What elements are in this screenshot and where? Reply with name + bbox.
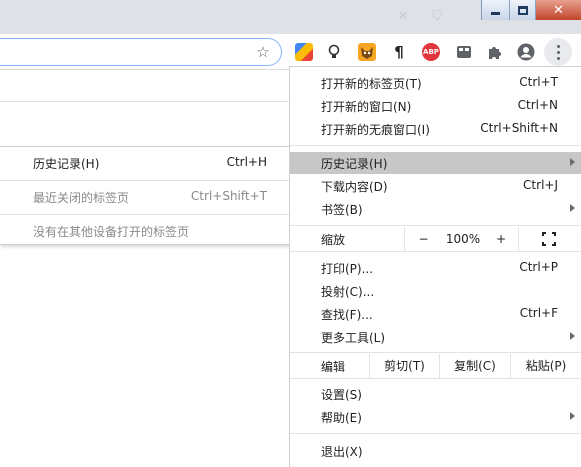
menu-item-label: 历史记录(H) (321, 157, 388, 171)
submenu-item-recently-closed: 最近关闭的标签页 Ctrl+Shift+T (0, 184, 291, 210)
title-bar: ✕ ⛉ ✕ (0, 0, 581, 34)
menu-item-cast[interactable]: 投射(C)... (290, 280, 581, 302)
menu-item-shortcut: Ctrl+N (517, 98, 558, 112)
chrome-main-menu: 打开新的标签页(T) Ctrl+T 打开新的窗口(N) Ctrl+N 打开新的无… (289, 66, 581, 467)
menu-item-label: 打开新的窗口(N) (321, 100, 412, 114)
menu-item-label: 设置(S) (321, 388, 362, 402)
pilcrow-extension-icon[interactable]: ¶ (390, 43, 408, 61)
window-controls: ✕ (481, 0, 581, 20)
puzzle-extensions-icon[interactable] (486, 43, 504, 61)
paste-button[interactable]: 粘贴(P) (510, 354, 581, 378)
zoom-label: 缩放 (321, 233, 346, 247)
history-submenu: 历史记录(H) Ctrl+H 最近关闭的标签页 Ctrl+Shift+T 没有在… (0, 146, 292, 245)
zoom-row: 缩放 − 100% + (290, 227, 581, 251)
menu-item-label: 更多工具(L) (321, 331, 386, 345)
menu-item-shortcut: Ctrl+F (519, 306, 558, 320)
zoom-level-value: 100% (445, 232, 481, 246)
menu-divider (290, 433, 581, 434)
submenu-item-shortcut: Ctrl+Shift+T (190, 189, 267, 203)
menu-item-label: 书签(B) (321, 203, 363, 217)
menu-item-label: 投射(C)... (321, 285, 375, 299)
menu-item-new-window[interactable]: 打开新的窗口(N) Ctrl+N (290, 95, 581, 117)
submenu-divider (0, 180, 291, 181)
colorful-extension-icon[interactable] (295, 43, 313, 61)
edit-label: 编辑 (321, 360, 346, 374)
menu-divider (290, 145, 581, 146)
minimize-icon (491, 11, 500, 15)
faded-shield-icon: ⛉ (432, 9, 442, 24)
menu-item-find[interactable]: 查找(F)... Ctrl+F (290, 303, 581, 325)
menu-item-new-incognito[interactable]: 打开新的无痕窗口(I) Ctrl+Shift+N (290, 118, 581, 140)
menu-item-label: 帮助(E) (321, 411, 362, 425)
menu-item-history[interactable]: 历史记录(H) (290, 152, 581, 174)
menu-item-label: 退出(X) (321, 445, 363, 459)
close-icon: ✕ (553, 2, 564, 18)
address-bar[interactable] (0, 38, 282, 66)
faded-x-icon: ✕ (397, 9, 409, 24)
fox-extension-icon[interactable] (358, 43, 376, 61)
menu-item-shortcut: Ctrl+T (519, 75, 558, 89)
submenu-item-other-devices: 没有在其他设备打开的标签页 (0, 218, 291, 244)
menu-divider (290, 251, 581, 252)
menu-item-shortcut: Ctrl+P (519, 260, 558, 274)
menu-item-label: 查找(F)... (321, 308, 373, 322)
menu-item-new-tab[interactable]: 打开新的标签页(T) Ctrl+T (290, 72, 581, 94)
menu-divider (290, 378, 581, 379)
bulb-extension-icon[interactable] (325, 43, 343, 61)
submenu-item-label: 没有在其他设备打开的标签页 (33, 225, 190, 239)
menu-divider (290, 352, 581, 353)
minimize-button[interactable] (482, 0, 509, 20)
zoom-in-button[interactable]: + (484, 227, 518, 251)
menu-item-label: 打开新的标签页(T) (321, 77, 422, 91)
edit-row: 编辑 剪切(T) 复制(C) 粘贴(P) (290, 354, 581, 378)
chevron-right-icon (570, 412, 575, 420)
menu-item-label: 打开新的无痕窗口(I) (321, 123, 430, 137)
submenu-item-label: 历史记录(H) (33, 157, 100, 171)
restore-icon (517, 5, 528, 15)
menu-item-more-tools[interactable]: 更多工具(L) (290, 326, 581, 348)
page-divider (0, 101, 290, 102)
submenu-item-label: 最近关闭的标签页 (33, 191, 130, 205)
adblock-plus-icon[interactable]: ABP (422, 43, 440, 61)
menu-item-label: 下载内容(D) (321, 180, 388, 194)
star-icon[interactable]: ☆ (254, 43, 272, 61)
chevron-right-icon (570, 158, 575, 166)
profile-avatar-icon[interactable] (517, 43, 535, 61)
menu-item-downloads[interactable]: 下载内容(D) Ctrl+J (290, 175, 581, 197)
menu-item-settings[interactable]: 设置(S) (290, 383, 581, 405)
menu-item-print[interactable]: 打印(P)... Ctrl+P (290, 257, 581, 279)
submenu-divider (0, 214, 291, 215)
menu-item-bookmarks[interactable]: 书签(B) (290, 198, 581, 220)
menu-item-exit[interactable]: 退出(X) (290, 440, 581, 462)
menu-item-label: 打印(P)... (321, 262, 374, 276)
menu-item-shortcut: Ctrl+Shift+N (480, 121, 558, 135)
copy-button[interactable]: 复制(C) (439, 354, 510, 378)
restore-button[interactable] (509, 0, 535, 20)
cut-button[interactable]: 剪切(T) (369, 354, 439, 378)
menu-divider (290, 225, 581, 226)
close-button[interactable]: ✕ (535, 0, 581, 20)
menu-item-help[interactable]: 帮助(E) (290, 406, 581, 428)
submenu-item-shortcut: Ctrl+H (226, 155, 267, 169)
chevron-right-icon (570, 204, 575, 212)
zoom-out-button[interactable]: − (404, 227, 442, 251)
fullscreen-icon (542, 232, 556, 246)
submenu-item-history[interactable]: 历史记录(H) Ctrl+H (0, 150, 291, 176)
menu-item-shortcut: Ctrl+J (523, 178, 558, 192)
chevron-right-icon (570, 332, 575, 340)
three-dots-icon[interactable] (544, 38, 572, 66)
tab-extension-icon[interactable] (455, 43, 473, 61)
